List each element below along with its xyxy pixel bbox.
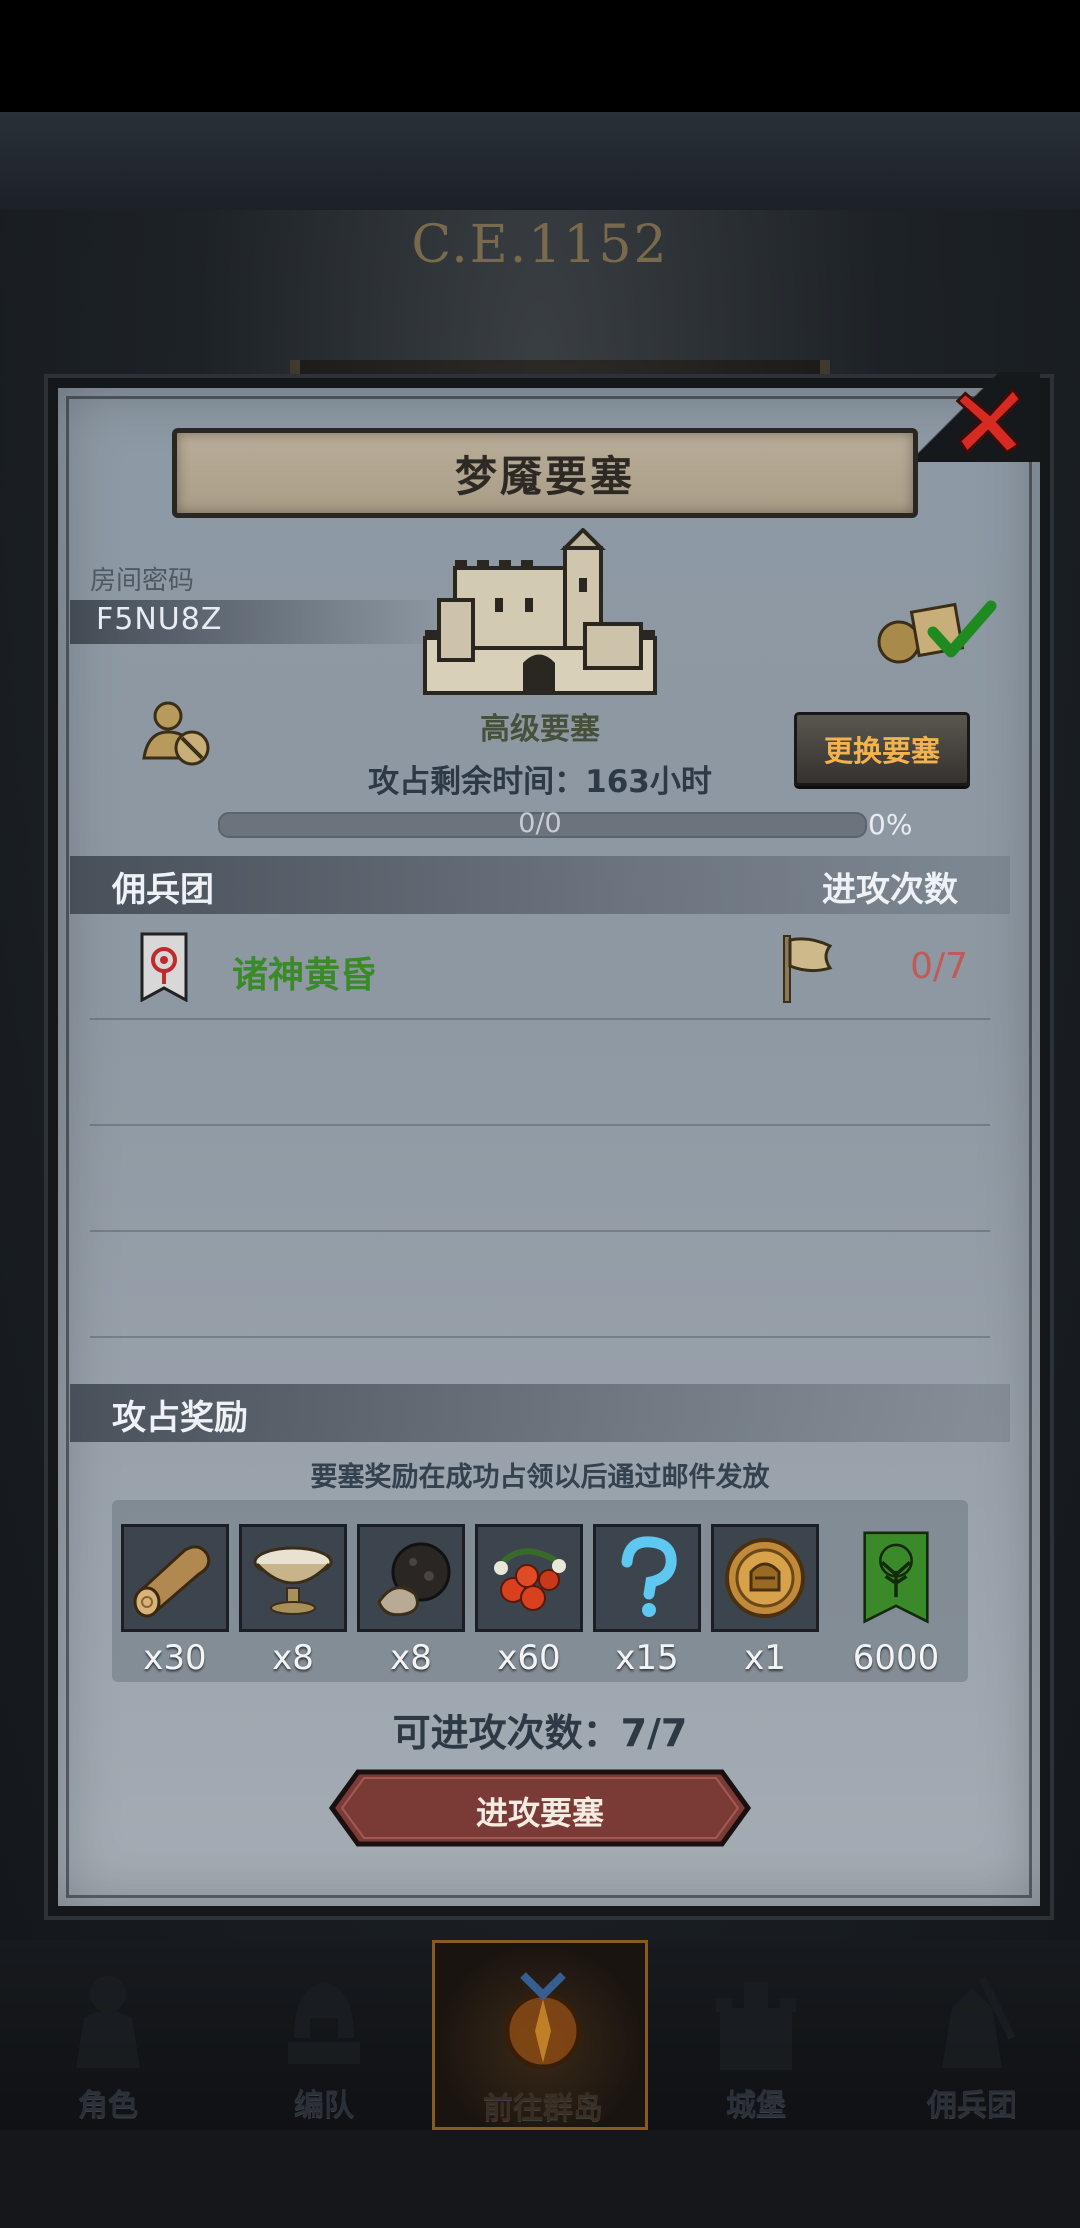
dialog-title-plaque: 梦魇要塞 — [172, 428, 918, 518]
attempts-remaining: 可进攻次数：7/7 — [392, 1711, 688, 1755]
system-nav-bar — [0, 2130, 1080, 2228]
reward-item[interactable]: x8 — [357, 1524, 465, 1678]
reward-item[interactable]: 6000 — [842, 1524, 950, 1678]
flag-icon — [783, 935, 833, 1003]
nav-tab-mercenary[interactable]: 佣兵团 — [864, 1940, 1080, 2130]
room-code[interactable]: F5NU8Z — [96, 602, 222, 637]
top-bar — [0, 112, 1080, 214]
guild-row[interactable]: 诸神黄昏 0/7 — [120, 930, 990, 1008]
castle-icon — [716, 1982, 796, 2070]
reward-item[interactable]: x8 — [239, 1524, 347, 1678]
nav-tab-character[interactable]: 角色 — [0, 1940, 216, 2130]
reward-count: x1 — [744, 1638, 786, 1678]
reward-count: x15 — [615, 1638, 679, 1678]
era-label: C.E.1152 — [411, 215, 669, 275]
mercenary-header: 佣兵团 — [112, 870, 214, 910]
nav-tab-islands[interactable]: 前往群岛 — [432, 1940, 648, 2130]
reward-count: 6000 — [852, 1638, 940, 1678]
attack-count-header: 进攻次数 — [822, 870, 958, 910]
reward-item[interactable]: x15 — [593, 1524, 701, 1678]
loot-check-icon — [877, 600, 997, 664]
guild-name: 诸神黄昏 — [232, 955, 377, 996]
time-left-text: 攻占剩余时间：163小时 — [368, 764, 712, 800]
nav-tab-castle[interactable]: 城堡 — [648, 1940, 864, 2130]
reward-item[interactable]: x30 — [121, 1524, 229, 1678]
wood-log-icon — [133, 1545, 211, 1618]
compass-icon — [504, 1972, 582, 2070]
reward-count: x8 — [390, 1638, 432, 1678]
dialog-title: 梦魇要塞 — [454, 451, 635, 501]
reward-note: 要塞奖励在成功占领以后通过邮件发放 — [310, 1462, 770, 1493]
tree-banner-icon — [863, 1531, 929, 1624]
milk-bowl-icon — [253, 1546, 333, 1615]
knight-icon — [76, 1976, 140, 2068]
guild-banner-icon — [140, 932, 188, 1002]
reward-header: 攻占奖励 — [112, 1398, 248, 1438]
fortress-castle-icon — [423, 528, 657, 695]
guild-attack-count: 0/7 — [910, 946, 968, 987]
close-button[interactable] — [950, 380, 1030, 460]
room-code-label: 房间密码 — [90, 566, 195, 596]
berries-icon — [494, 1548, 566, 1611]
bottom-nav: 角色 编队 前往群岛 城堡 佣兵团 — [0, 1940, 1080, 2130]
truffle-icon — [377, 1542, 451, 1617]
reward-item[interactable]: x60 — [475, 1524, 583, 1678]
capture-progress-percent: 0% — [868, 808, 913, 841]
reward-item[interactable]: x1 — [711, 1524, 819, 1678]
helmet-icon — [288, 1982, 360, 2064]
nav-tab-formation[interactable]: 编队 — [216, 1940, 432, 2130]
reward-count: x30 — [143, 1638, 207, 1678]
knight-coin-icon — [725, 1538, 805, 1618]
reward-count: x60 — [497, 1638, 561, 1678]
mercenary-icon — [942, 1976, 1016, 2068]
close-icon — [955, 387, 1023, 455]
capture-progress-label: 0/0 — [518, 808, 562, 839]
attack-fortress-button[interactable]: 进攻要塞 — [328, 1768, 752, 1848]
reward-count: x8 — [272, 1638, 314, 1678]
status-bar — [0, 0, 1080, 112]
question-mark-icon — [621, 1536, 677, 1617]
